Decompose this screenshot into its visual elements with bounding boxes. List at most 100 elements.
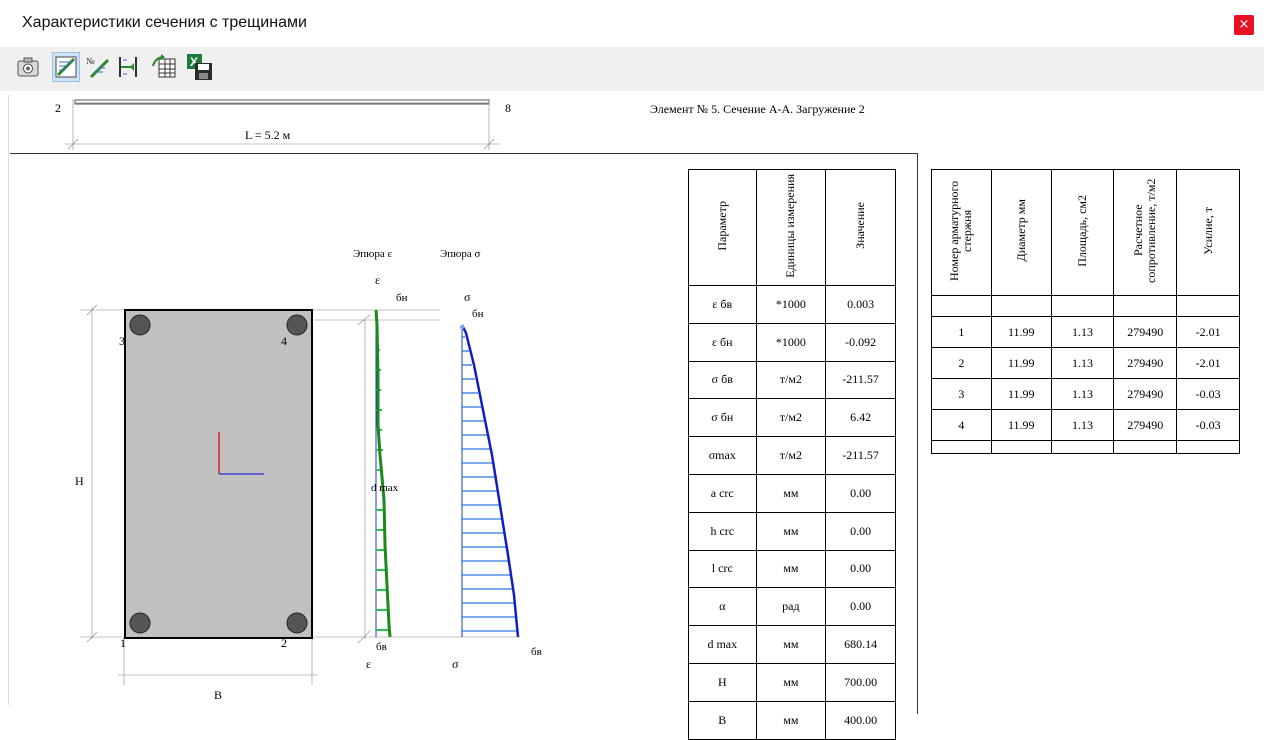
params-cell-value: 0.00	[825, 473, 896, 513]
params-cell-param: σ бн	[688, 398, 757, 438]
bar-label-4: 4	[281, 334, 287, 348]
params-header-param: Параметр	[688, 169, 757, 286]
params-cell-param: B	[688, 700, 757, 740]
rebar-cell-area: 1.13	[1050, 316, 1115, 348]
svg-text:№: №	[86, 56, 95, 66]
params-cell-value: 0.00	[825, 511, 896, 551]
rebar-cell-diameter: 11.99	[990, 378, 1052, 410]
params-cell-param: σ бв	[688, 360, 757, 400]
rebar-header-number: Номер арматурного стержня	[931, 169, 992, 296]
params-header-unit: Единицы измерения	[755, 169, 827, 286]
rebar-cell-resistance: 279490	[1113, 378, 1178, 410]
rebar-cell-num: 1	[931, 316, 992, 348]
params-cell-value: 400.00	[825, 700, 896, 740]
crack-section-button[interactable]	[52, 52, 80, 82]
strain-axis-top: ε	[375, 273, 381, 287]
rebar-cell-diameter: 11.99	[990, 347, 1052, 379]
params-cell-unit: *1000	[755, 285, 827, 324]
rebar-cell-diameter: 11.99	[990, 316, 1052, 348]
strain-top-fiber-label: бн	[396, 292, 408, 304]
stress-axis-bottom: σ	[452, 657, 459, 671]
params-cell-param: l crc	[688, 549, 757, 589]
strain-axis-bottom: ε	[366, 657, 372, 671]
crack-section-icon	[55, 56, 77, 78]
params-cell-value: 6.42	[825, 398, 896, 438]
params-cell-unit: мм	[755, 625, 827, 664]
params-cell-unit: рад	[755, 587, 827, 627]
header-caption: Элемент № 5. Сечение А-А. Загружение 2	[650, 102, 865, 116]
rebar-table: Номер арматурного стержня Диаметр мм Пло…	[931, 169, 1240, 454]
parameters-table: Параметр Единицы измерения Значение ε бв…	[688, 169, 896, 740]
params-cell-param: α	[688, 587, 757, 627]
strain-bottom-fiber-label: бв	[376, 641, 387, 653]
params-cell-param: H	[688, 662, 757, 702]
rebar-cell-num: 3	[931, 378, 992, 410]
params-cell-unit: т/м2	[755, 360, 827, 400]
rebar-row: 1 11.99 1.13 279490 -2.01	[931, 316, 1240, 348]
params-cell-value: 700.00	[825, 662, 896, 702]
element-length-label: L = 5.2 м	[245, 128, 291, 142]
camera-button[interactable]	[14, 52, 42, 82]
params-row: h crc мм 0.00	[688, 511, 896, 551]
rebar-cell-force: -0.03	[1176, 409, 1240, 441]
params-cell-value: 0.003	[825, 285, 896, 324]
element-end-node: 8	[505, 101, 511, 115]
params-row: σmax т/м2 -211.57	[688, 436, 896, 475]
rebar-cell-num: 4	[931, 409, 992, 441]
rebar-cell-area: 1.13	[1050, 378, 1115, 410]
params-cell-param: a crc	[688, 473, 757, 513]
rebar-cell-force: -0.03	[1176, 378, 1240, 410]
params-cell-unit: мм	[755, 549, 827, 589]
title-bar: Характеристики сечения с трещинами ×	[0, 0, 1264, 46]
section-width-button[interactable]	[114, 52, 142, 82]
rebar-cell-resistance: 279490	[1113, 409, 1178, 441]
params-cell-param: d max	[688, 625, 757, 664]
rebar-cell-area: 1.13	[1050, 409, 1115, 441]
toolbar: № X	[0, 47, 1264, 91]
rebar-header-resistance: Расчетное сопротивление, т/м2	[1113, 169, 1178, 296]
params-cell-unit: т/м2	[755, 398, 827, 438]
rebar-cell-area: 1.13	[1050, 347, 1115, 379]
params-cell-param: h crc	[688, 511, 757, 551]
params-cell-value: -211.57	[825, 436, 896, 475]
bar-label-1: 1	[120, 636, 126, 650]
section-drawing	[80, 304, 520, 685]
rebar-row: 3 11.99 1.13 279490 -0.03	[931, 378, 1240, 410]
rebar-cell-resistance: 279490	[1113, 347, 1178, 379]
params-row: ε бв *1000 0.003	[688, 285, 896, 324]
numbered-crack-icon: №	[86, 56, 110, 79]
rebar-header-force: Усилие, т	[1176, 169, 1240, 296]
params-header-value: Значение	[825, 169, 896, 286]
close-button[interactable]: ×	[1234, 15, 1254, 35]
params-row: a crc мм 0.00	[688, 473, 896, 513]
params-cell-value: -211.57	[825, 360, 896, 400]
stress-top-fiber-label: бн	[472, 308, 484, 320]
params-row: l crc мм 0.00	[688, 549, 896, 589]
excel-save-button[interactable]: X	[186, 52, 214, 82]
params-row: Bмм 400.00	[688, 700, 896, 740]
stress-bottom-fiber-label: бв	[531, 646, 542, 658]
rebar-row: 2 11.99 1.13 279490 -2.01	[931, 347, 1240, 379]
params-cell-unit: мм	[755, 700, 827, 740]
stress-axis-top: σ	[464, 290, 471, 304]
strain-diagram-title: Эпюра ε	[353, 248, 393, 260]
element-start-node: 2	[55, 101, 61, 115]
params-row: σ бн т/м2 6.42	[688, 398, 896, 438]
rebar-cell-diameter: 11.99	[990, 409, 1052, 441]
params-cell-param: ε бв	[688, 285, 757, 324]
params-cell-value: -0.092	[825, 322, 896, 362]
rebar-header-area: Площадь, см2	[1050, 169, 1115, 296]
excel-save-icon: X	[187, 54, 212, 80]
params-cell-param: ε бн	[688, 322, 757, 362]
params-cell-unit: т/м2	[755, 436, 827, 475]
rebar-tail-row	[931, 440, 1240, 454]
numbered-crack-button[interactable]: №	[84, 52, 112, 82]
params-cell-value: 0.00	[825, 587, 896, 627]
window-title: Характеристики сечения с трещинами	[22, 14, 307, 31]
params-row: Hмм 700.00	[688, 662, 896, 702]
grid-export-button[interactable]	[150, 52, 178, 82]
element-scheme	[65, 99, 500, 150]
rebar-row: 4 11.99 1.13 279490 -0.03	[931, 409, 1240, 441]
width-label: B	[214, 688, 223, 702]
params-cell-value: 0.00	[825, 549, 896, 589]
